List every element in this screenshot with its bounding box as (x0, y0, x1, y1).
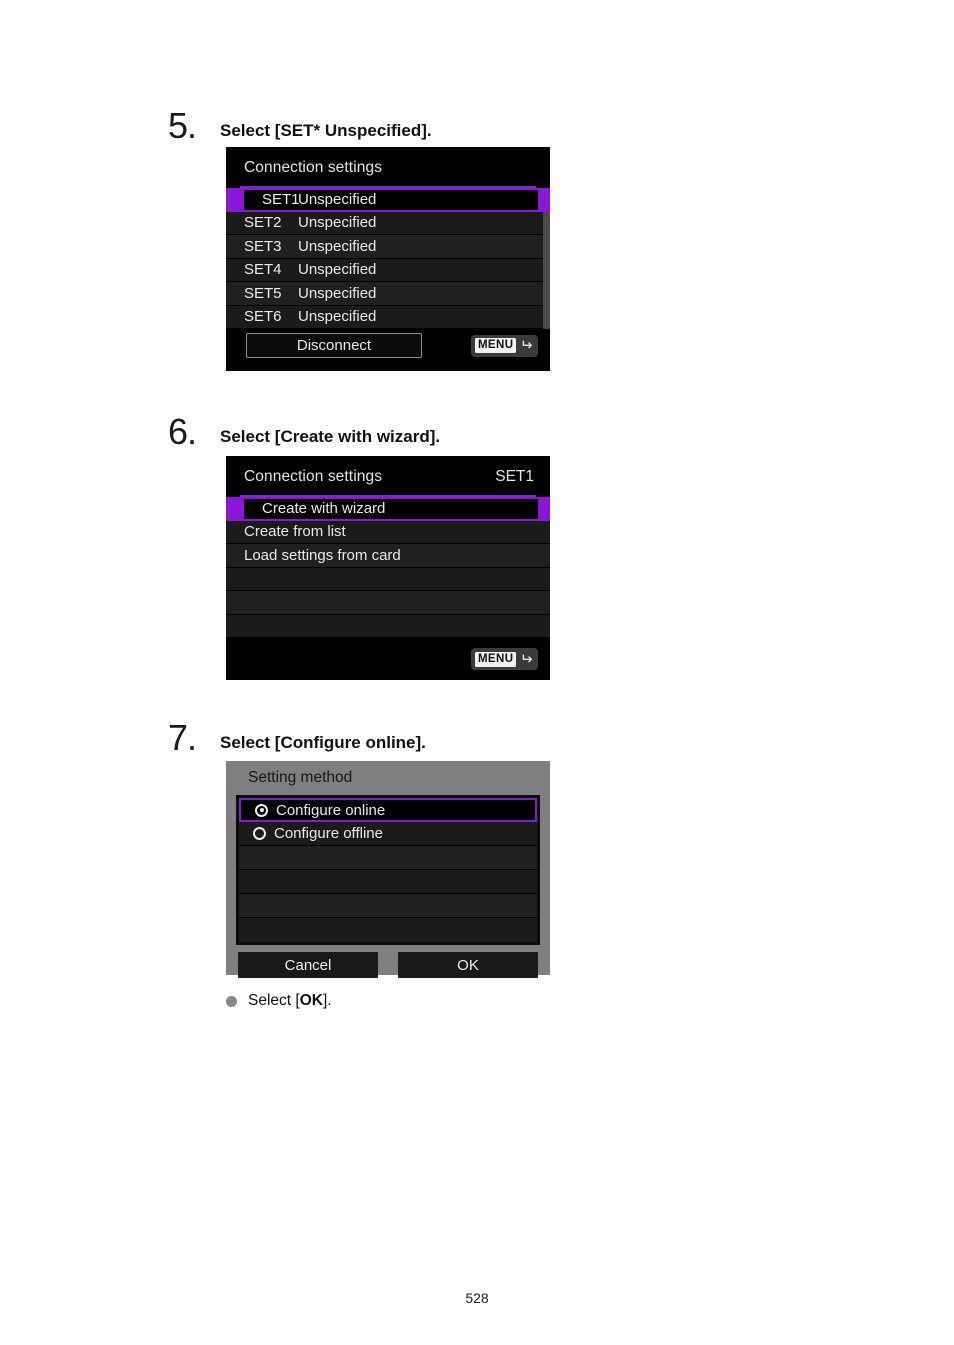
radio-checked-icon (255, 803, 268, 817)
lcd2-row-empty-1 (226, 567, 550, 591)
lcd1-row-set6[interactable]: SET6 Unspecified (226, 305, 550, 329)
lcd3-row-configure-offline[interactable]: Configure offline (239, 822, 537, 846)
lcd1-row-set4-key: SET4 (244, 261, 282, 279)
lcd1-row-set3-value: Unspecified (298, 237, 377, 255)
note-prefix: Select [ (248, 992, 300, 1009)
lcd3-row-empty-3 (239, 894, 537, 918)
lcd3-row-configure-offline-label: Configure offline (274, 825, 383, 842)
lcd1-bottom-bar: Disconnect MENU ↵ (226, 329, 550, 362)
bullet-icon (226, 995, 237, 1007)
step-7: 7. Select [Configure online]. (0, 714, 954, 756)
menu-label: MENU (474, 651, 517, 667)
lcd3-row-configure-online[interactable]: Configure online (239, 798, 537, 822)
step-6-heading: 6. Select [Create with wizard]. (0, 408, 954, 450)
menu-label: MENU (474, 338, 517, 353)
ok-button[interactable]: OK (398, 952, 538, 978)
lcd2-row-load-settings-from-card-label: Load settings from card (244, 546, 401, 564)
lcd1-row-set6-key: SET6 (244, 308, 282, 326)
menu-back-badge[interactable]: MENU ↵ (470, 334, 538, 357)
lcd2-row-create-with-wizard[interactable]: Create with wizard (226, 497, 550, 521)
note-bold: OK (299, 992, 323, 1009)
lcd1-header: Connection settings (226, 147, 550, 188)
return-arrow-icon: ↵ (520, 650, 533, 668)
step-5-heading: 5. Select [SET* Unspecified]. (0, 102, 954, 144)
selection-marker (226, 497, 244, 521)
lcd2-row-empty-2 (226, 591, 550, 615)
lcd2-header: Connection settings SET1 (226, 456, 550, 497)
lcd1-scrollbar[interactable] (543, 212, 550, 330)
step-7-number: 7. (168, 717, 197, 758)
lcd1-row-set4[interactable]: SET4 Unspecified (226, 258, 550, 282)
return-arrow-icon: ↵ (520, 337, 533, 354)
selection-right-edge (538, 188, 550, 212)
step-6-number: 6. (168, 411, 197, 452)
lcd2-bottom-bar: MENU ↵ (226, 638, 550, 680)
note-text: Select [OK]. (248, 992, 332, 1010)
screenshot-connection-settings-set1: Connection settings SET1 Create with wiz… (226, 456, 550, 680)
note-select-ok: Select [OK]. (226, 992, 332, 1010)
lcd1-header-title: Connection settings (244, 158, 383, 176)
menu-back-badge[interactable]: MENU ↵ (470, 648, 538, 670)
lcd1-row-set2[interactable]: SET2 Unspecified (226, 211, 550, 235)
lcd3-option-box: Configure online Configure offline (236, 795, 540, 945)
disconnect-button[interactable]: Disconnect (246, 333, 422, 358)
note-suffix: ]. (322, 992, 332, 1009)
step-7-title: Select [Configure online]. (220, 733, 426, 752)
lcd2-row-create-from-list[interactable]: Create from list (226, 520, 550, 544)
lcd1-row-set1[interactable]: SET1 Unspecified (226, 188, 550, 212)
step-5-title: Select [SET* Unspecified]. (220, 121, 432, 140)
page-number: 528 (465, 1290, 489, 1306)
lcd2-list: Create with wizard Create from list Load… (226, 497, 550, 638)
lcd3-row-empty-2 (239, 870, 537, 894)
lcd1-row-set3-key: SET3 (244, 237, 282, 255)
selection-marker (226, 188, 244, 212)
lcd1-row-set5[interactable]: SET5 Unspecified (226, 282, 550, 306)
lcd1-row-set6-value: Unspecified (298, 308, 377, 326)
step-6-title: Select [Create with wizard]. (220, 427, 441, 446)
lcd2-row-create-with-wizard-label: Create with wizard (262, 500, 386, 518)
cancel-button[interactable]: Cancel (238, 952, 378, 978)
lcd2-row-create-from-list-label: Create from list (244, 523, 346, 541)
radio-unchecked-icon (253, 827, 266, 840)
lcd1-row-set3[interactable]: SET3 Unspecified (226, 235, 550, 259)
lcd3-row-empty-1 (239, 846, 537, 870)
screenshot-connection-settings-list: Connection settings SET1 Unspecified SET… (226, 147, 550, 371)
lcd2-row-load-settings-from-card[interactable]: Load settings from card (226, 544, 550, 568)
lcd2-header-set-label: SET1 (495, 467, 534, 485)
selection-right-edge (538, 497, 550, 521)
step-7-heading: 7. Select [Configure online]. (0, 714, 954, 756)
lcd1-row-set2-value: Unspecified (298, 214, 377, 232)
lcd1-row-set5-value: Unspecified (298, 284, 377, 302)
lcd1-list: SET1 Unspecified SET2 Unspecified SET3 U… (226, 188, 550, 330)
lcd3-footer: Cancel OK (226, 945, 550, 985)
step-6: 6. Select [Create with wizard]. (0, 408, 954, 450)
lcd1-row-set1-value: Unspecified (298, 191, 377, 209)
step-5: 5. Select [SET* Unspecified]. (0, 102, 954, 144)
lcd1-row-set2-key: SET2 (244, 214, 282, 232)
lcd2-header-title: Connection settings (244, 467, 383, 485)
document-page: 5. Select [SET* Unspecified]. Connection… (0, 0, 954, 1345)
lcd3-dialog-title: Setting method (248, 769, 353, 786)
lcd3-row-configure-online-label: Configure online (276, 801, 386, 819)
lcd2-row-empty-3 (226, 614, 550, 638)
lcd1-row-set4-value: Unspecified (298, 261, 377, 279)
lcd1-row-set5-key: SET5 (244, 284, 282, 302)
step-5-number: 5. (168, 105, 197, 146)
screenshot-setting-method-dialog: Setting method Configure online Configur… (226, 761, 550, 978)
lcd1-row-set1-key: SET1 (262, 191, 300, 209)
lcd3-row-empty-4 (239, 918, 537, 942)
